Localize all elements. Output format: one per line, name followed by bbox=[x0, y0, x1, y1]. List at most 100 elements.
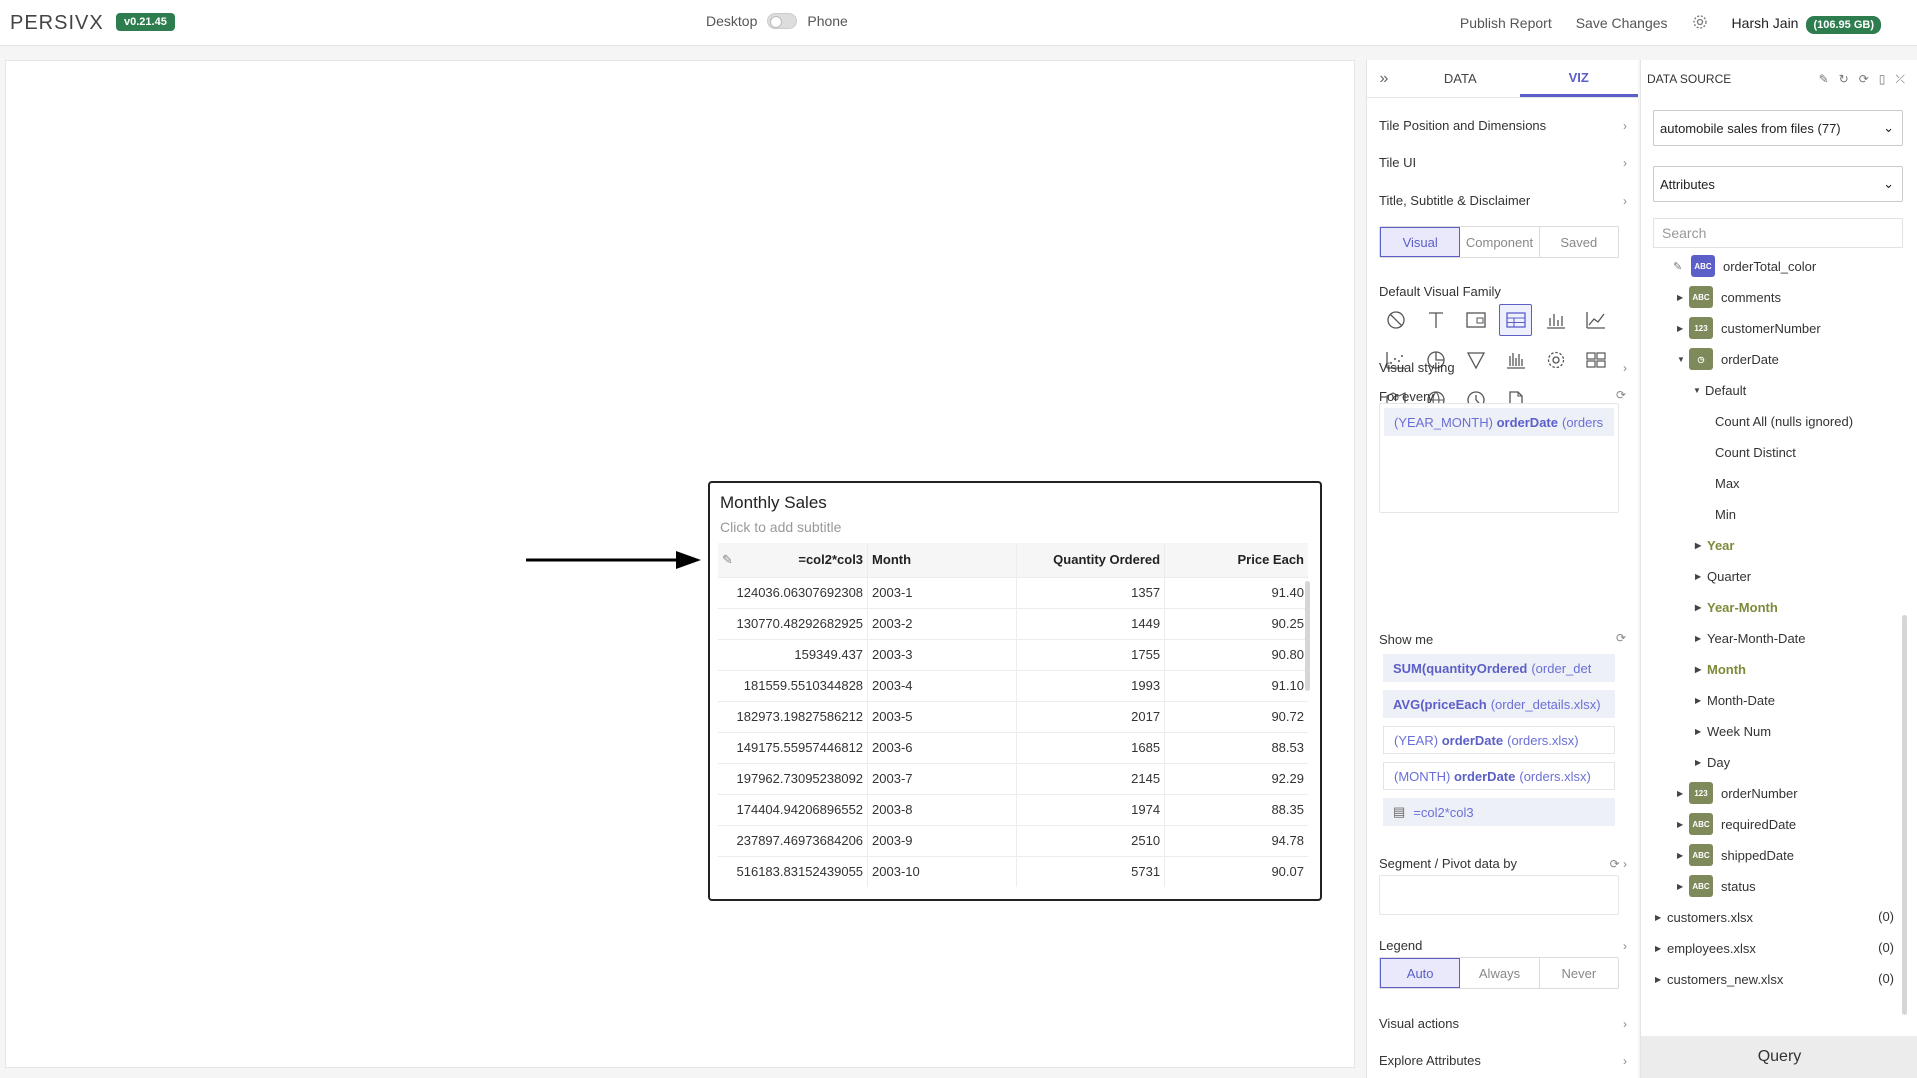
column-header-month[interactable]: Month bbox=[867, 543, 1017, 577]
tree-item-default[interactable]: ▼ Default bbox=[1693, 378, 1746, 402]
table-row[interactable]: 197962.73095238092 2003-7 2145 92.29 bbox=[718, 762, 1308, 794]
caret-right-icon[interactable]: ▶ bbox=[1655, 913, 1667, 922]
visual-actions-section[interactable]: Visual actions › bbox=[1379, 1016, 1627, 1031]
tree-item-max[interactable]: Max bbox=[1715, 471, 1740, 495]
caret-right-icon[interactable]: ▶ bbox=[1695, 727, 1707, 736]
tree-item-count-distinct[interactable]: Count Distinct bbox=[1715, 440, 1796, 464]
tree-item-day[interactable]: ▶ Day bbox=[1695, 750, 1730, 774]
desktop-label[interactable]: Desktop bbox=[706, 13, 757, 29]
tree-item-year[interactable]: ▶ Year bbox=[1695, 533, 1734, 557]
caret-right-icon[interactable]: ▶ bbox=[1695, 541, 1707, 550]
caret-down-icon[interactable]: ▼ bbox=[1677, 355, 1689, 364]
caret-right-icon[interactable]: ▶ bbox=[1695, 603, 1707, 612]
device-toggle-switch[interactable] bbox=[767, 13, 798, 29]
tree-item-month[interactable]: ▶ Month bbox=[1695, 657, 1746, 681]
show-me-pill[interactable]: (MONTH) orderDate (orders.xlsx) bbox=[1383, 762, 1615, 790]
table-row[interactable]: 182973.19827586212 2003-5 2017 90.72 bbox=[718, 700, 1308, 732]
card-icon[interactable] bbox=[1459, 304, 1492, 336]
mode-saved[interactable]: Saved bbox=[1540, 227, 1618, 257]
tile-scrollbar[interactable] bbox=[1305, 581, 1310, 691]
tile-position-section[interactable]: Tile Position and Dimensions › bbox=[1379, 118, 1627, 133]
caret-right-icon[interactable]: ▶ bbox=[1677, 820, 1689, 829]
data-source-scrollbar[interactable] bbox=[1902, 615, 1907, 1015]
tab-data[interactable]: DATA bbox=[1401, 60, 1520, 97]
table-row[interactable]: 149175.55957446812 2003-6 1685 88.53 bbox=[718, 731, 1308, 763]
gear-icon[interactable] bbox=[1692, 14, 1708, 33]
caret-right-icon[interactable]: ▶ bbox=[1695, 696, 1707, 705]
tab-viz[interactable]: VIZ bbox=[1519, 60, 1638, 97]
line-chart-icon[interactable] bbox=[1579, 304, 1612, 336]
file-item-employees[interactable]: ▶ employees.xlsx bbox=[1655, 936, 1756, 960]
save-changes-button[interactable]: Save Changes bbox=[1576, 15, 1668, 31]
tree-item-month-date[interactable]: ▶ Month-Date bbox=[1695, 688, 1775, 712]
tree-item-customernumber[interactable]: ▶ 123 customerNumber bbox=[1677, 316, 1821, 340]
tree-item-comments[interactable]: ▶ ABC comments bbox=[1677, 285, 1781, 309]
legend-section[interactable]: Legend › bbox=[1379, 938, 1627, 953]
for-every-dropzone[interactable]: (YEAR_MONTH) orderDate (orders bbox=[1379, 403, 1619, 513]
table-row[interactable]: 516183.83152439055 2003-10 5731 90.07 bbox=[718, 855, 1308, 887]
show-me-pill[interactable]: SUM(quantityOrdered (order_det bbox=[1383, 654, 1615, 682]
segment-dropzone[interactable] bbox=[1379, 875, 1619, 915]
none-icon[interactable] bbox=[1379, 304, 1412, 336]
title-subtitle-section[interactable]: Title, Subtitle & Disclaimer › bbox=[1379, 193, 1627, 208]
tree-item-ordertotal-color[interactable]: ✎ ABC orderTotal_color bbox=[1673, 254, 1816, 278]
tree-item-quarter[interactable]: ▶ Quarter bbox=[1695, 564, 1751, 588]
column-header-price[interactable]: Price Each bbox=[1164, 543, 1308, 577]
tile-ui-section[interactable]: Tile UI › bbox=[1379, 155, 1627, 170]
caret-right-icon[interactable]: ▶ bbox=[1677, 293, 1689, 302]
table-icon[interactable] bbox=[1499, 304, 1532, 336]
tree-item-requireddate[interactable]: ▶ ABC requiredDate bbox=[1677, 812, 1796, 836]
search-input[interactable]: Search bbox=[1653, 218, 1903, 248]
edit-icon[interactable]: ✎ bbox=[1819, 72, 1829, 87]
mode-visual[interactable]: Visual bbox=[1380, 227, 1461, 257]
caret-right-icon[interactable]: ▶ bbox=[1695, 665, 1707, 674]
show-me-pill[interactable]: AVG(priceEach (order_details.xlsx) bbox=[1383, 690, 1615, 718]
legend-auto[interactable]: Auto bbox=[1380, 958, 1461, 988]
source-select[interactable]: automobile sales from files (77) ⌄ bbox=[1653, 110, 1903, 146]
caret-right-icon[interactable]: ▶ bbox=[1677, 851, 1689, 860]
caret-right-icon[interactable]: ▶ bbox=[1695, 634, 1707, 643]
publish-report-button[interactable]: Publish Report bbox=[1460, 15, 1552, 31]
file-icon[interactable]: ▯ bbox=[1879, 72, 1886, 87]
table-row[interactable]: 181559.5510344828 2003-4 1993 91.10 bbox=[718, 669, 1308, 701]
visual-styling-section[interactable]: Visual styling › bbox=[1379, 360, 1627, 375]
column-header-calc[interactable]: ✎ =col2*col3 bbox=[718, 543, 869, 577]
table-row[interactable]: 174404.94206896552 2003-8 1974 88.35 bbox=[718, 793, 1308, 825]
file-item-customers-new[interactable]: ▶ customers_new.xlsx bbox=[1655, 967, 1783, 991]
pencil-icon[interactable]: ✎ bbox=[1673, 260, 1691, 273]
tree-item-orderdate[interactable]: ▼ ◷ orderDate bbox=[1677, 347, 1779, 371]
caret-right-icon[interactable]: ▶ bbox=[1695, 758, 1707, 767]
pencil-icon[interactable]: ✎ bbox=[722, 552, 733, 568]
table-row[interactable]: 159349.437 2003-3 1755 90.80 bbox=[718, 638, 1308, 670]
tree-item-shippeddate[interactable]: ▶ ABC shippedDate bbox=[1677, 843, 1794, 867]
mode-component[interactable]: Component bbox=[1460, 227, 1540, 257]
tree-item-week-num[interactable]: ▶ Week Num bbox=[1695, 719, 1771, 743]
tree-item-year-month[interactable]: ▶ Year-Month bbox=[1695, 595, 1778, 619]
collapse-icon[interactable]: ⤫ bbox=[1895, 72, 1905, 87]
legend-never[interactable]: Never bbox=[1540, 958, 1618, 988]
tree-item-year-month-date[interactable]: ▶ Year-Month-Date bbox=[1695, 626, 1806, 650]
tree-item-status[interactable]: ▶ ABC status bbox=[1677, 874, 1756, 898]
caret-right-icon[interactable]: ▶ bbox=[1655, 944, 1667, 953]
user-menu[interactable]: Harsh Jain (106.95 GB) bbox=[1732, 15, 1881, 34]
attributes-select[interactable]: Attributes ⌄ bbox=[1653, 166, 1903, 202]
calc-pill[interactable]: ▤ =col2*col3 bbox=[1383, 798, 1615, 826]
show-me-dropzone[interactable]: SUM(quantityOrdered (order_det AVG(priceE… bbox=[1379, 654, 1619, 826]
sync-icon[interactable]: ⟳ bbox=[1859, 72, 1869, 87]
monthly-sales-tile[interactable]: Monthly Sales Click to add subtitle ✎ =co… bbox=[708, 481, 1322, 901]
show-me-pill[interactable]: (YEAR) orderDate (orders.xlsx) bbox=[1383, 726, 1615, 754]
tree-item-count-all[interactable]: Count All (nulls ignored) bbox=[1715, 409, 1853, 433]
for-every-pill[interactable]: (YEAR_MONTH) orderDate (orders bbox=[1384, 408, 1614, 436]
bar-chart-icon[interactable] bbox=[1539, 304, 1572, 336]
refresh-icon[interactable]: ⟳ bbox=[1616, 631, 1626, 645]
tile-subtitle[interactable]: Click to add subtitle bbox=[720, 519, 841, 535]
column-header-quantity[interactable]: Quantity Ordered bbox=[1016, 543, 1166, 577]
tile-title[interactable]: Monthly Sales bbox=[720, 493, 827, 513]
caret-right-icon[interactable]: ▶ bbox=[1695, 572, 1707, 581]
query-button[interactable]: Query bbox=[1641, 1036, 1917, 1078]
phone-label[interactable]: Phone bbox=[807, 13, 847, 29]
file-item-customers[interactable]: ▶ customers.xlsx bbox=[1655, 905, 1753, 929]
collapse-panel-icon[interactable]: » bbox=[1367, 60, 1401, 97]
legend-always[interactable]: Always bbox=[1460, 958, 1540, 988]
table-row[interactable]: 130770.48292682925 2003-2 1449 90.25 bbox=[718, 607, 1308, 639]
